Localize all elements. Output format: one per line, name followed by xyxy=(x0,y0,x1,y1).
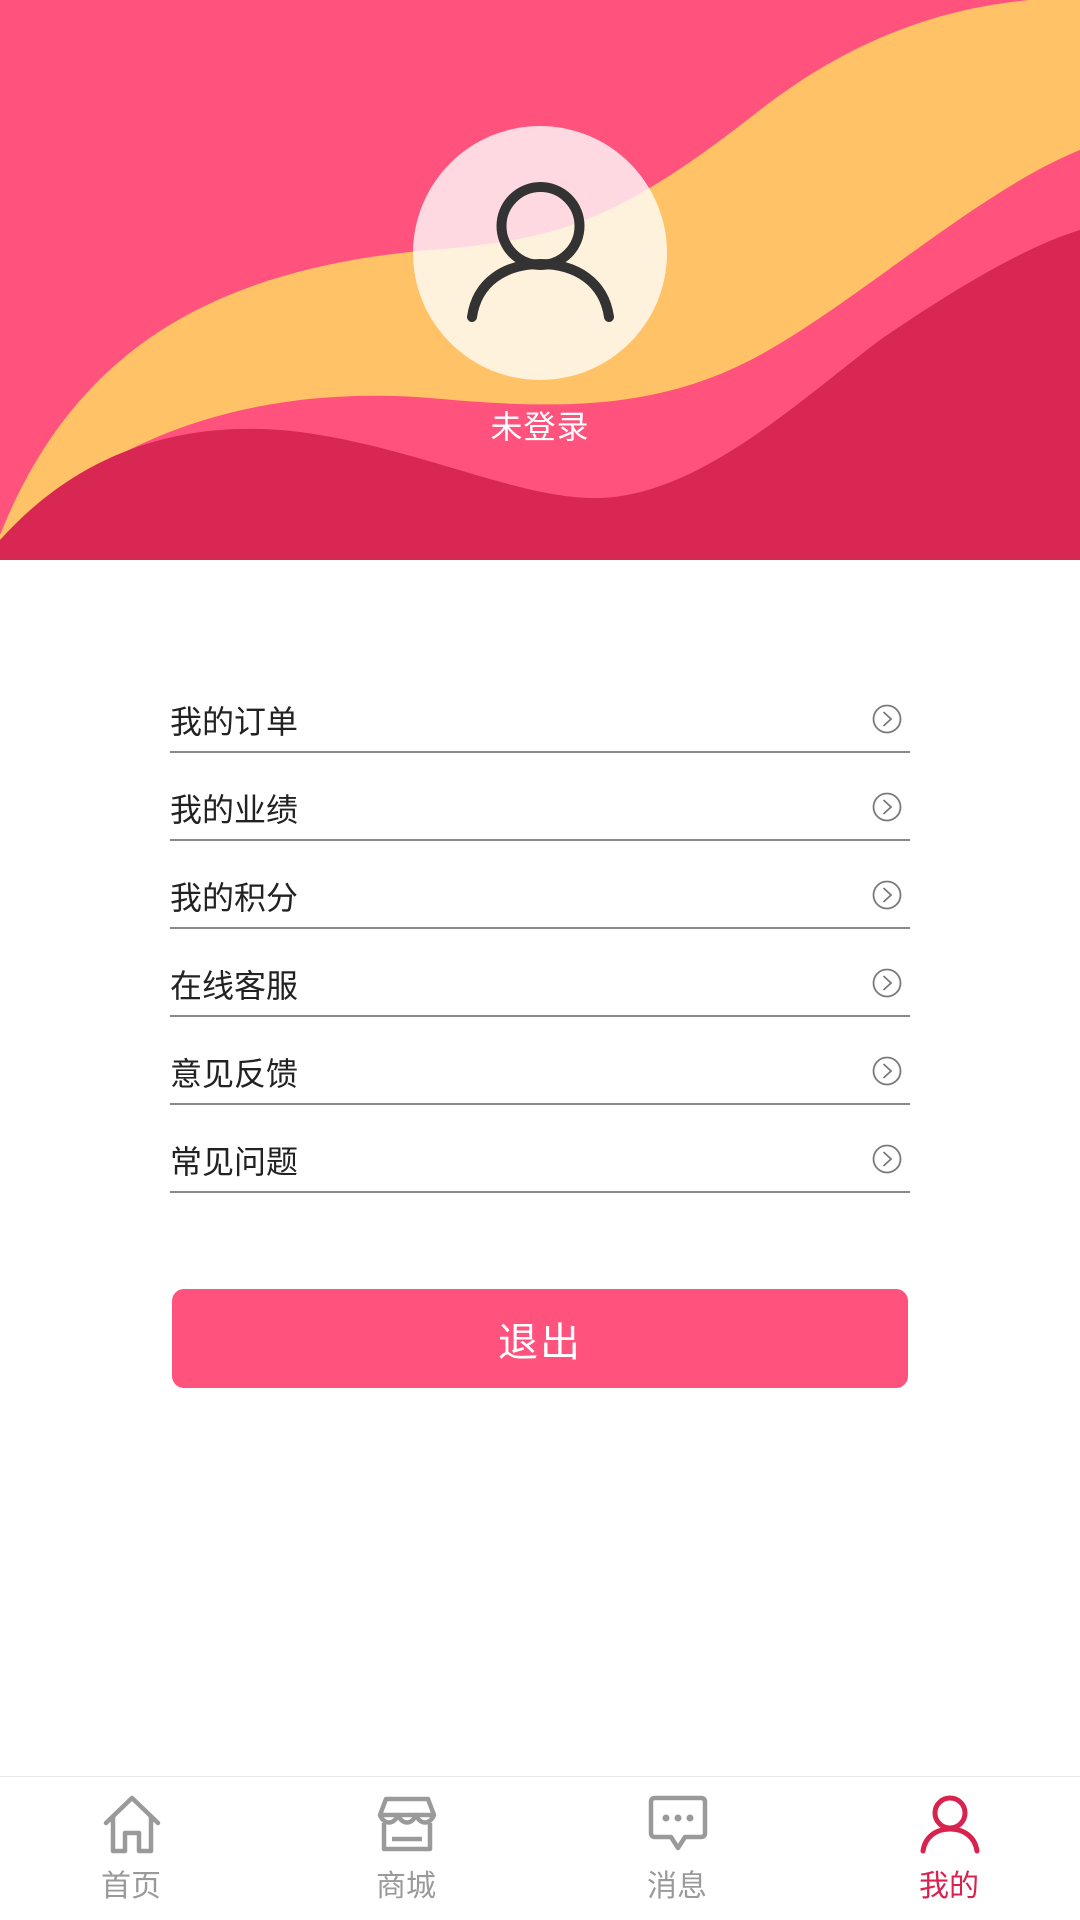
menu-item-orders[interactable]: 我的订单 xyxy=(170,665,910,753)
chevron-right-circle-icon xyxy=(872,1144,902,1174)
login-status-label[interactable]: 未登录 xyxy=(0,402,1080,448)
tab-store[interactable]: 商城 xyxy=(341,1777,471,1919)
menu-item-customer-service[interactable]: 在线客服 xyxy=(170,929,910,1017)
bottom-tab-bar: 首页 商城 消息 我的 xyxy=(0,1776,1080,1920)
tab-mine[interactable]: 我的 xyxy=(884,1777,1014,1919)
chevron-right-circle-icon xyxy=(872,792,902,822)
user-icon xyxy=(467,182,614,322)
chevron-right-circle-icon xyxy=(872,880,902,910)
tab-label: 消息 xyxy=(647,1869,707,1904)
message-icon xyxy=(648,1795,708,1851)
menu-item-feedback[interactable]: 意见反馈 xyxy=(170,1017,910,1105)
logout-button[interactable]: 退出 xyxy=(172,1289,908,1388)
chevron-right-circle-icon xyxy=(872,968,902,998)
tab-home[interactable]: 首页 xyxy=(66,1777,196,1919)
menu-item-label: 在线客服 xyxy=(170,967,299,1005)
menu-item-points[interactable]: 我的积分 xyxy=(170,841,910,929)
tab-messages[interactable]: 消息 xyxy=(612,1777,742,1919)
profile-header: 未登录 xyxy=(0,0,1080,560)
user-icon xyxy=(920,1795,980,1854)
tab-label: 我的 xyxy=(919,1869,979,1904)
tab-label: 首页 xyxy=(101,1869,161,1904)
store-icon xyxy=(377,1796,437,1852)
menu-item-label: 我的积分 xyxy=(170,879,299,917)
menu-item-label: 我的订单 xyxy=(170,703,299,741)
menu-list: 我的订单 我的业绩 我的积分 在线客服 意见反馈 常见问题 xyxy=(170,665,910,1193)
menu-item-faq[interactable]: 常见问题 xyxy=(170,1105,910,1193)
chevron-right-circle-icon xyxy=(872,704,902,734)
menu-item-label: 常见问题 xyxy=(170,1143,299,1181)
home-icon xyxy=(103,1795,161,1854)
tab-label: 商城 xyxy=(376,1869,436,1904)
menu-item-performance[interactable]: 我的业绩 xyxy=(170,753,910,841)
menu-item-label: 意见反馈 xyxy=(170,1055,299,1093)
chevron-right-circle-icon xyxy=(872,1056,902,1086)
menu-item-label: 我的业绩 xyxy=(170,791,299,829)
